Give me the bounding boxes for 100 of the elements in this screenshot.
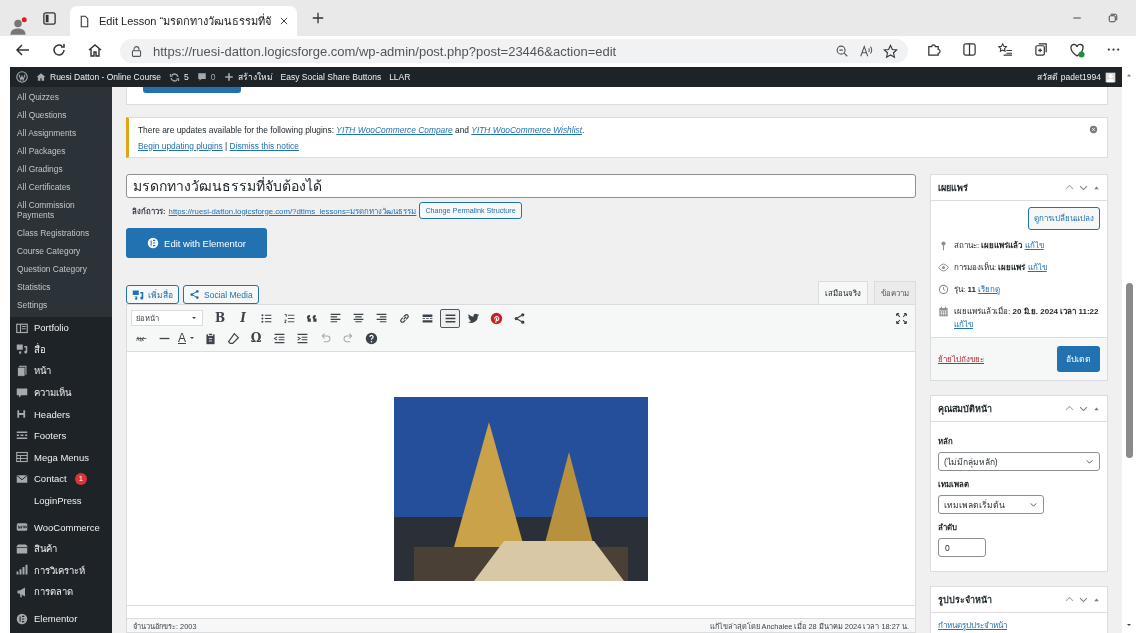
add-media-button[interactable]: เพิ่มสื่อ [126,285,179,304]
submenu-item[interactable]: All Assignments [10,124,112,142]
menu-item[interactable]: WooCommerce [10,516,112,538]
menu-item[interactable]: สื่อ [10,338,112,361]
menu-label: LoginPress [34,495,82,507]
woocommerce-icon [16,521,28,534]
social-media-button[interactable]: Social Media [183,285,259,304]
heart-pulse-icon[interactable] [1069,41,1085,58]
menu-label: ความเห็น [34,386,71,401]
reload-icon[interactable] [51,41,67,58]
menu-label: Elementor [34,613,78,624]
menu-item[interactable]: หน้า [10,360,112,382]
notice-action-link[interactable]: Begin updating plugins [138,141,223,151]
menu-item[interactable]: Elementor [10,607,112,630]
updates-link[interactable]: 5 [169,71,189,83]
submenu-item[interactable]: All Commission Payments [10,196,112,224]
set-featured-image-link[interactable]: กำหนดรูปประจำหน้า [938,621,1007,630]
read-aloud-icon[interactable] [859,44,873,58]
favorites-icon[interactable] [997,42,1013,57]
preview-changes-button[interactable]: ดูการเปลี่ยนแปลง [1028,207,1100,230]
menu-label: Contact [34,473,67,485]
elementor-icon [147,237,160,249]
close-icon[interactable] [279,16,290,26]
publish-detail: เผยแพร่แล้วเมื่อ: 20 มิ.ย. 2024 เวลา 11:22 แก้ไข [954,305,1100,331]
numbered-list-icon [282,311,296,325]
menu-item[interactable]: LoginPress [10,489,112,512]
submenu-item[interactable]: All Certificates [10,178,112,196]
edit-with-elementor-button[interactable]: Edit with Elementor [126,228,267,258]
back-icon[interactable] [15,41,31,58]
scrollbar-thumb[interactable] [1125,282,1133,458]
menu-item[interactable]: Portfolio [10,317,112,339]
submenu-item[interactable]: All Quizzes [10,88,112,106]
plugin-link[interactable]: YITH WooCommerce Compare [336,125,453,135]
trash-link[interactable]: ย้ายไปถังขยะ [938,352,984,366]
wordpress-logo-icon[interactable] [16,71,28,83]
new-content-link[interactable]: สร้างใหม่ [223,70,273,84]
updates-icon [169,71,181,83]
notice-action-link[interactable]: Dismiss this notice [229,141,299,151]
edit-link[interactable]: แก้ไข [1027,263,1047,272]
new-tab-icon[interactable] [311,11,326,25]
browser-tab[interactable]: Edit Lesson “มรดกทางวัฒนธรรมที่จั [70,6,298,36]
collapse-icon[interactable] [1092,595,1101,604]
site-info-icon[interactable] [130,44,143,58]
menu-item[interactable]: การวิเคราะห์ [10,559,112,582]
collapse-icon[interactable] [1092,183,1101,192]
address-bar[interactable]: https://ruesi-datton.logicsforge.com/wp-admin/post.php?post=23446&action=edit [120,39,908,63]
submenu-item[interactable]: Class Registrations [10,224,112,242]
menu-item[interactable]: Headers [10,403,112,425]
menu-item[interactable]: การตลาด [10,581,112,603]
edit-link[interactable]: แก้ไข [1024,241,1044,250]
menu-item[interactable]: สินค้า [10,537,112,560]
text-color-button[interactable]: A [177,328,197,348]
site-name-link[interactable]: Ruesi Datton - Online Course [36,72,162,82]
menu-item[interactable]: Footers [10,424,112,447]
scroll-down-icon[interactable] [1125,621,1133,629]
dismiss-icon[interactable] [1089,125,1098,134]
template-select[interactable]: เทมเพลตเริ่มต้น [938,495,1044,514]
split-screen-icon[interactable] [961,42,977,57]
comments-link[interactable]: 0 [196,72,216,82]
special-character-button[interactable]: Ω [246,328,266,348]
clear-formatting-icon [226,331,240,345]
edit-link[interactable]: แก้ไข [954,320,973,329]
media-icon [132,288,144,301]
title-field[interactable]: มรดกทางวัฒนธรรมที่จับต้องได้ [126,174,916,198]
collections-icon[interactable] [1033,42,1049,57]
indent-icon [295,331,309,345]
submenu-item[interactable]: All Packages [10,142,112,160]
menu-item[interactable]: ความเห็น [10,381,112,404]
zoom-out-icon[interactable] [835,44,849,58]
parent-select[interactable]: (ไม่มีกลุ่มหลัก) [938,452,1100,471]
home-icon[interactable] [87,41,103,58]
restore-icon[interactable] [1107,12,1119,24]
submenu-item[interactable]: All Questions [10,106,112,124]
edit-link[interactable]: เรียกดู [978,285,1001,294]
tab-actions-icon[interactable] [41,10,57,26]
extensions-icon[interactable] [925,42,941,57]
calendar-icon [938,306,949,317]
menu-label: สื่อ [34,342,46,357]
admin-bar-link[interactable]: LLAR [389,72,411,82]
toolbar-toggle-button[interactable] [440,308,460,328]
bold-button[interactable]: B [210,308,230,328]
submenu-item[interactable]: Settings [10,296,112,314]
italic-button[interactable]: I [233,308,253,328]
toolbar-toggle-icon [443,311,457,325]
account-menu[interactable]: สวัสดี padet1994 [1037,70,1116,84]
update-button[interactable]: อัปเดต [1057,346,1100,372]
order-field[interactable]: 0 [938,538,986,557]
comment-icon [196,72,207,82]
collapse-icon[interactable] [1092,404,1101,413]
menu-label: WooCommerce [34,521,100,533]
submenu-item[interactable]: Course Category [10,242,112,260]
profile-icon[interactable] [8,16,28,36]
panel-title: เผยแพร่ [938,181,968,195]
admin-bar-link[interactable]: Easy Social Share Buttons [280,72,382,82]
submenu-item[interactable]: Question Category [10,260,112,278]
favorite-star-icon[interactable] [883,43,898,59]
menu-item[interactable]: Mega Menus [10,446,112,469]
submenu-item[interactable]: Statistics [10,278,112,296]
submenu-item[interactable]: All Gradings [10,160,112,178]
share-icon [189,289,200,300]
